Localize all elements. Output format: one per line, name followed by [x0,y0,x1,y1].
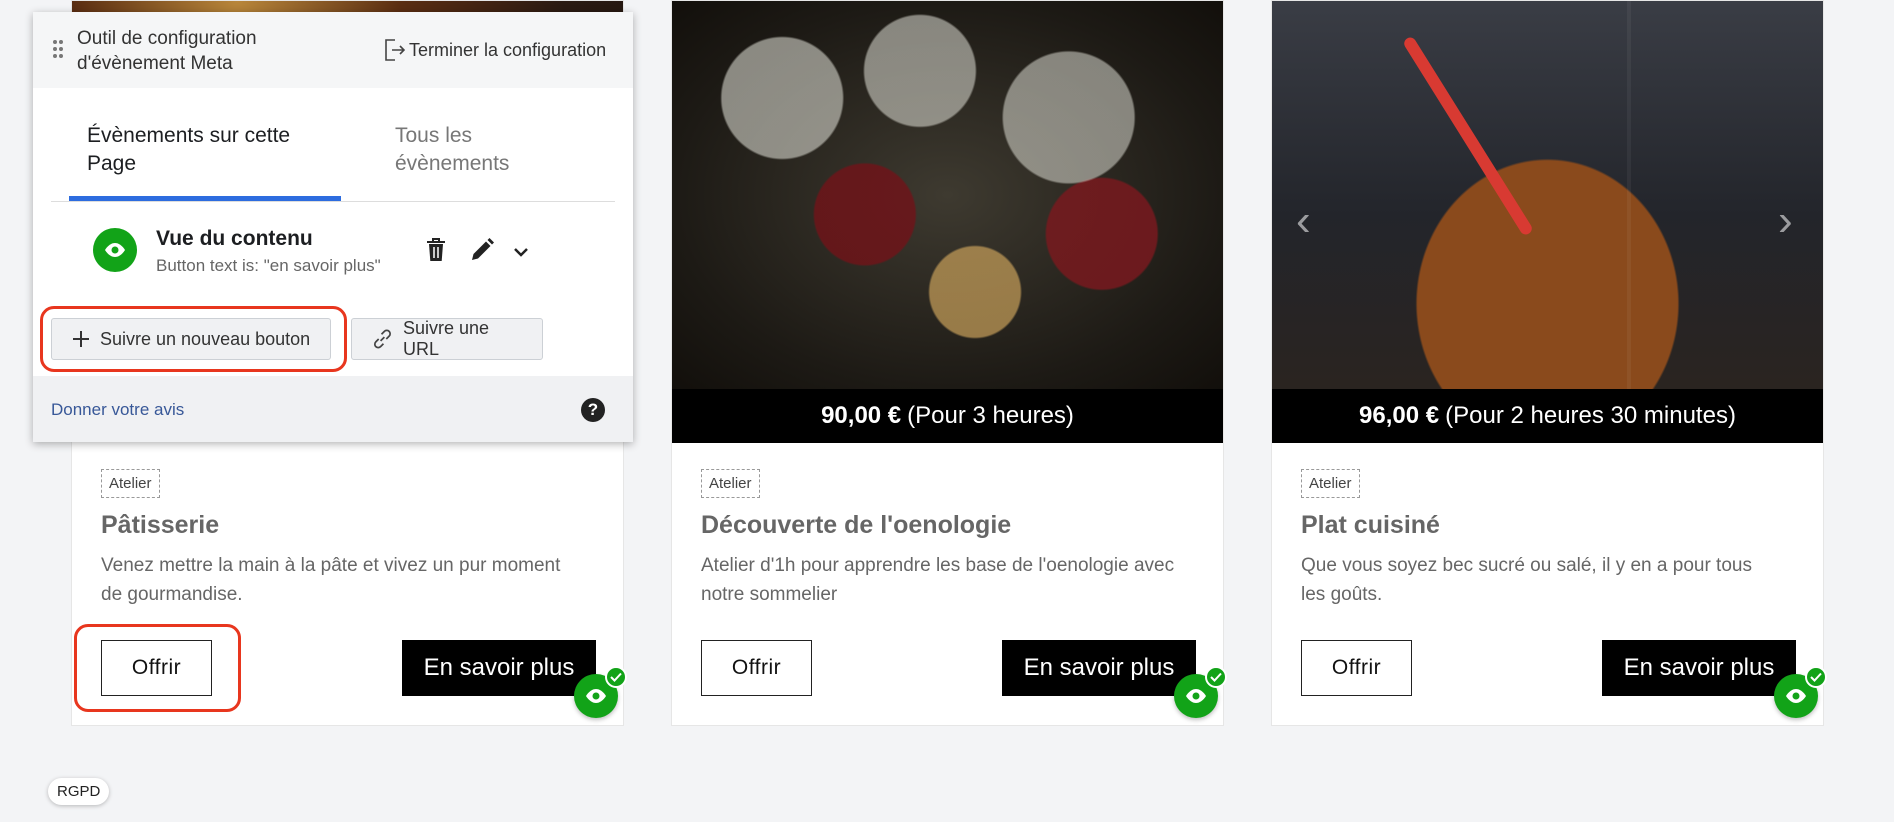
card-tag: Atelier [1301,469,1360,498]
event-name: Vue du contenu [156,227,313,250]
carousel-prev-icon[interactable]: ‹ [1296,196,1311,246]
card-description: Atelier d'1h pour apprendre les base de … [701,555,1175,605]
check-icon [1205,666,1227,688]
meta-event-setup-panel: Outil de configuration d'évènement Meta … [33,12,633,442]
learn-more-button[interactable]: En savoir plus [1602,640,1796,696]
track-new-button-highlight [40,306,347,372]
price-bar: 96,00 € (Pour 2 heures 30 minutes) [1272,389,1823,443]
product-card-oenologie: 90,00 € (Pour 3 heures) Atelier Découver… [671,0,1227,726]
price-duration: (Pour 2 heures 30 minutes) [1445,402,1736,429]
finish-configuration-label: Terminer la configuration [409,39,607,60]
edit-event-icon[interactable] [469,237,495,268]
panel-footer: Donner votre avis ? [33,376,633,442]
tab-divider [51,201,615,202]
offer-button[interactable]: Offrir [701,640,812,696]
price-bar: 90,00 € (Pour 3 heures) [672,389,1223,443]
delete-event-icon[interactable] [425,237,447,268]
card-photo [672,1,1223,389]
tab-page-events[interactable]: Évènements sur cette Page [87,122,317,178]
card-description: Venez mettre la main à la pâte et vivez … [101,555,561,605]
rgpd-button[interactable]: RGPD [48,778,110,805]
learn-more-button[interactable]: En savoir plus [1002,640,1196,696]
tab-all-events[interactable]: Tous les évènements [395,122,565,178]
active-tab-indicator [69,196,341,201]
card-tag: Atelier [701,469,760,498]
exit-icon [385,39,405,61]
track-url-button[interactable]: Suivre une URL [351,318,543,360]
offer-button-highlight [74,624,241,712]
card-tag: Atelier [101,469,160,498]
link-icon [373,329,391,349]
event-eye-icon [93,228,137,272]
help-icon[interactable]: ? [581,398,605,422]
card-title: Plat cuisiné [1301,511,1440,539]
carousel-next-icon[interactable]: › [1778,196,1793,246]
drag-handle-icon[interactable] [53,40,63,63]
feedback-link[interactable]: Donner votre avis [51,400,184,420]
panel-header: Outil de configuration d'évènement Meta … [33,12,633,88]
card-title: Pâtisserie [101,511,220,539]
expand-chevron-icon[interactable] [513,244,529,262]
panel-title: Outil de configuration d'évènement Meta [77,28,257,74]
product-card-plat-cuisine: ‹ › 96,00 € (Pour 2 heures 30 minutes) A… [1271,0,1827,726]
price-amount: 96,00 € [1359,402,1440,429]
card-photo: ‹ › [1272,1,1823,389]
card-description: Que vous soyez bec sucré ou salé, il y e… [1301,555,1752,605]
learn-more-button[interactable]: En savoir plus [402,640,596,696]
offer-button[interactable]: Offrir [1301,640,1412,696]
check-icon [605,666,627,688]
price-duration: (Pour 3 heures) [907,402,1074,429]
check-icon [1805,666,1827,688]
event-detail: Button text is: "en savoir plus" [156,256,381,275]
price-amount: 90,00 € [821,402,902,429]
finish-configuration-button[interactable]: Terminer la configuration [383,38,606,62]
card-title: Découverte de l'oenologie [701,511,1012,539]
track-url-label: Suivre une URL [402,318,490,359]
